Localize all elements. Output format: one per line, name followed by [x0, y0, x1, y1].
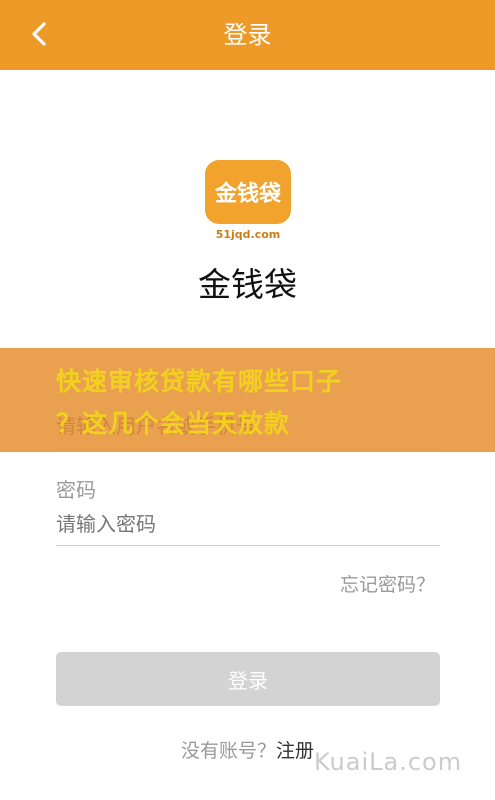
logo-domain: 51jqd.com	[215, 228, 281, 241]
register-link[interactable]: 注册	[276, 740, 314, 762]
password-label: 密码	[56, 478, 96, 502]
password-underline	[56, 545, 440, 546]
no-account-text: 没有账号？	[180, 740, 276, 762]
watermark: KuaiLa.com	[314, 748, 463, 776]
overlay-line-1: 快速审核贷款有哪些口子	[56, 367, 343, 396]
page-title: 登录	[223, 21, 272, 49]
overlay-line-2: ？这几个会当天放款	[56, 409, 291, 438]
app-name: 金钱袋	[198, 265, 297, 304]
password-input[interactable]	[56, 506, 440, 542]
app-logo: 金钱袋	[205, 160, 291, 224]
login-button[interactable]: 登录	[56, 652, 440, 706]
forgot-password-link[interactable]: 忘记密码？	[340, 570, 435, 597]
headline-overlay: 快速审核贷款有哪些口子 ？这几个会当天放款	[0, 348, 495, 452]
logo-text: 金钱袋	[214, 182, 281, 207]
top-bar: 登录	[0, 0, 495, 70]
